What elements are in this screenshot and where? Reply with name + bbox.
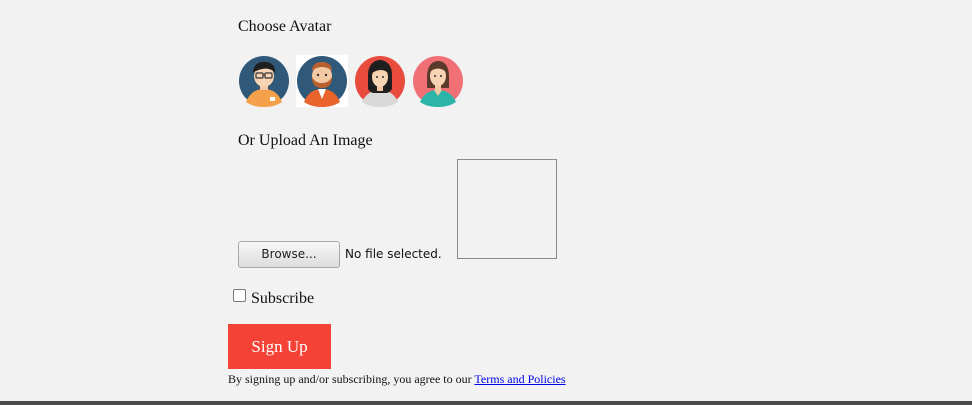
subscribe-checkbox[interactable] xyxy=(233,289,246,302)
legal-text: By signing up and/or subscribing, you ag… xyxy=(228,372,475,386)
file-status-text: No file selected. xyxy=(345,247,442,261)
browse-button[interactable]: Browse... xyxy=(238,241,340,268)
sign-up-button[interactable]: Sign Up xyxy=(228,324,331,369)
avatar-option-1[interactable] xyxy=(238,55,290,107)
legal-notice: By signing up and/or subscribing, you ag… xyxy=(228,372,566,386)
bottom-divider xyxy=(0,401,972,405)
avatar-option-2[interactable] xyxy=(296,55,348,107)
bearded-man-avatar-icon xyxy=(297,56,347,107)
avatar-option-4[interactable] xyxy=(412,55,464,107)
signup-form: Choose Avatar Or Upload An Image Browse.… xyxy=(0,0,972,405)
choose-avatar-heading: Choose Avatar xyxy=(238,18,332,35)
avatar-list xyxy=(238,55,470,109)
woman-brown-hair-avatar-icon xyxy=(413,56,463,107)
woman-dark-hair-avatar-icon xyxy=(355,56,405,107)
upload-image-heading: Or Upload An Image xyxy=(238,132,373,149)
man-glasses-avatar-icon xyxy=(239,56,289,107)
image-preview-box xyxy=(457,159,557,259)
terms-link[interactable]: Terms and Policies xyxy=(474,372,565,386)
subscribe-label[interactable]: Subscribe xyxy=(251,289,314,309)
avatar-option-3[interactable] xyxy=(354,55,406,107)
